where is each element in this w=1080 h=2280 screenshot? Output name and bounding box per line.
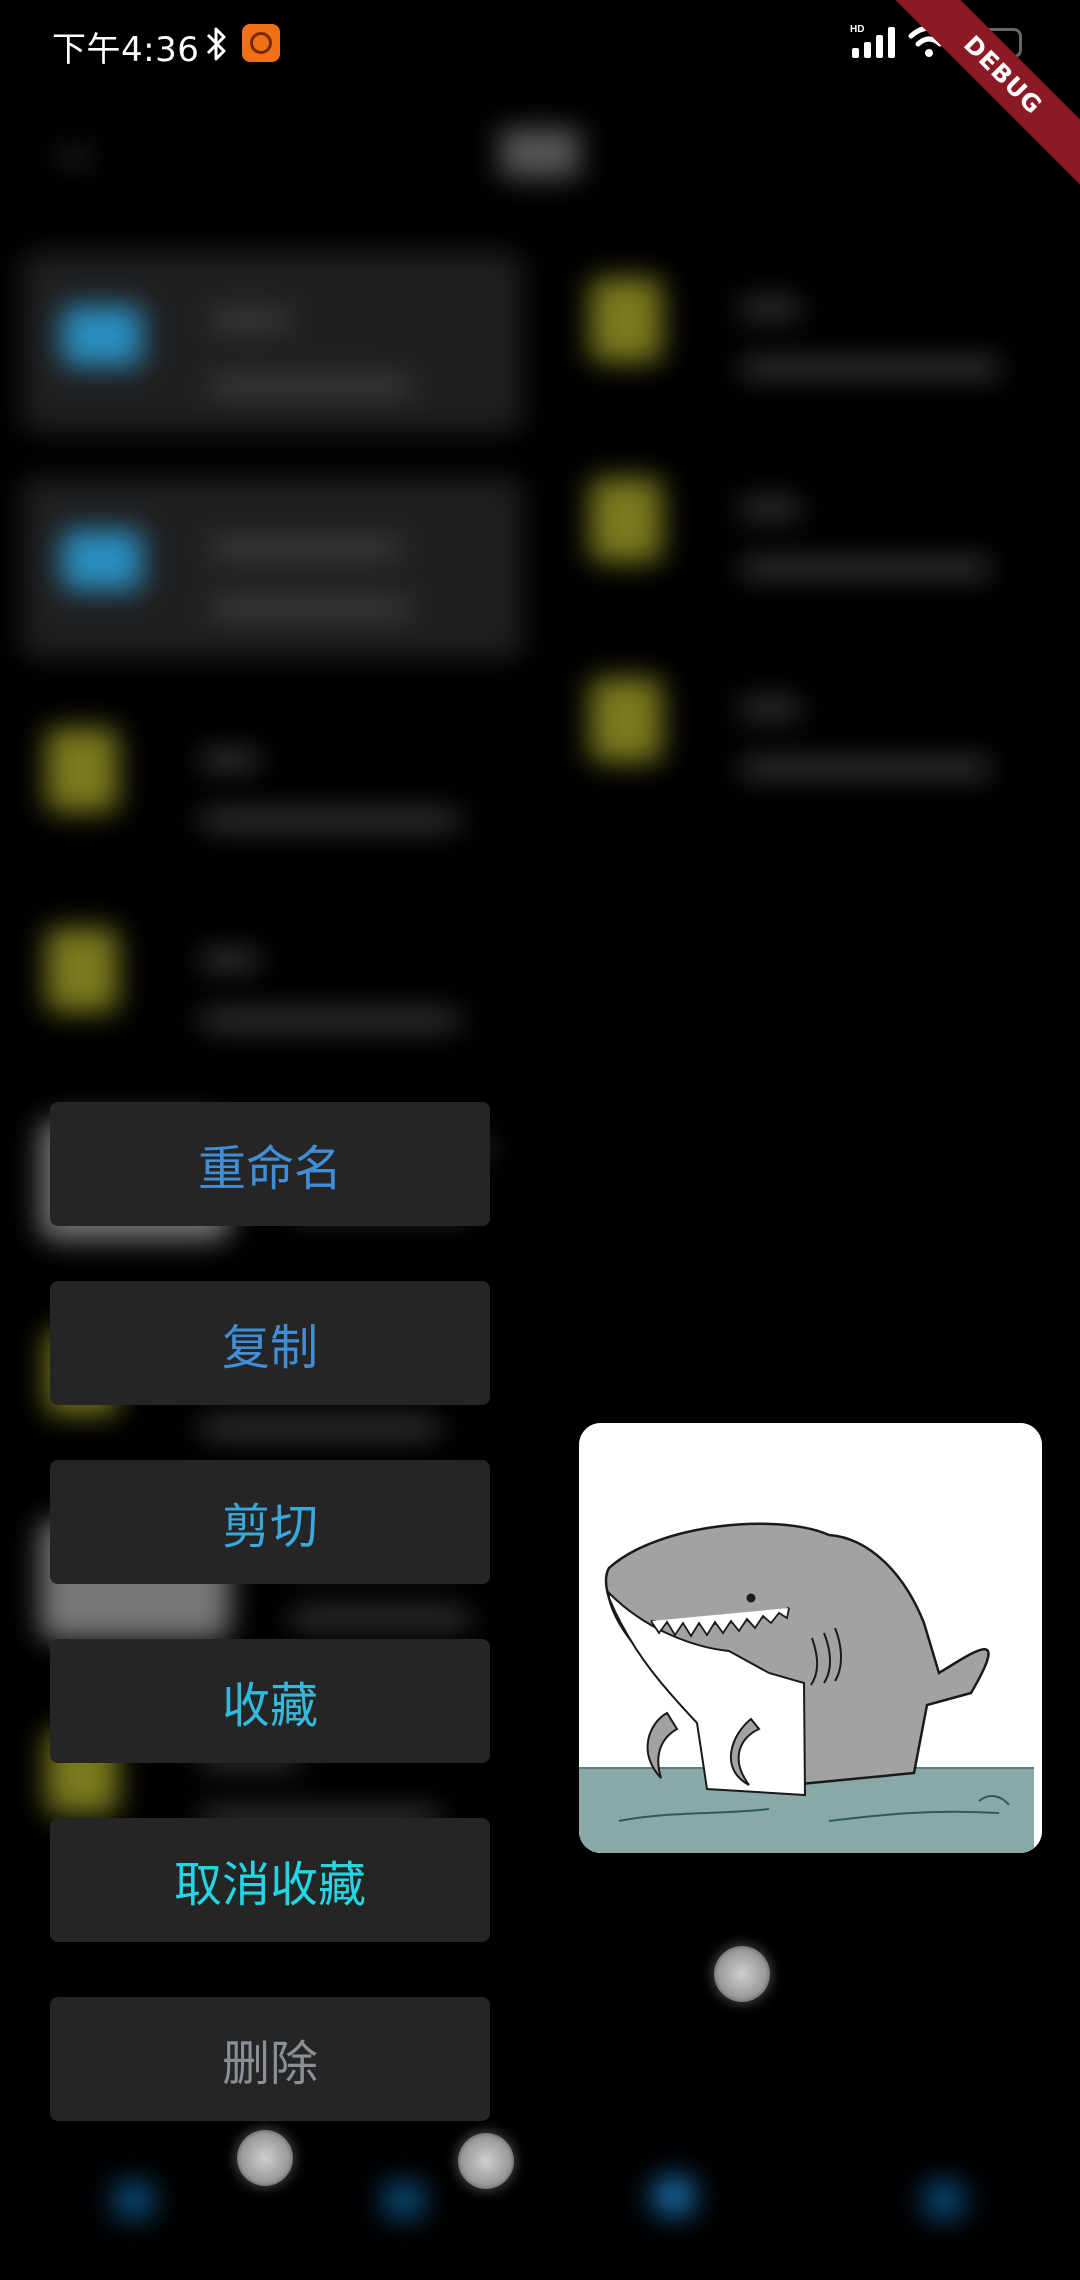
text-line [740,360,1000,376]
file-icon [590,278,662,362]
favorite-label: 收藏 [221,1678,318,1734]
file-icon [46,728,118,812]
back-arrow-icon [60,140,100,176]
folder-icon [62,306,142,366]
nav-item-icon [922,2180,966,2220]
delete-label: 删除 [221,2036,318,2092]
touch-indicator [714,1946,770,2002]
text-line [740,500,800,516]
nav-item-icon [382,2180,426,2220]
file-icon [590,478,662,562]
clock: 下午4:36 [52,30,200,70]
text-line [740,760,990,776]
network-type-label: HD [850,24,864,35]
folder-icon [62,530,142,590]
text-line [210,378,410,394]
text-line [200,752,260,768]
nav-item-icon [112,2180,156,2220]
text-line [740,700,800,716]
bluetooth-icon [206,27,226,61]
copy-label: 复制 [221,1320,318,1376]
text-line [210,312,290,328]
app-badge-icon [242,24,280,62]
nav-item-icon [652,2176,696,2216]
text-line [210,600,410,616]
unfavorite-label: 取消收藏 [173,1857,366,1913]
cut-label: 剪切 [221,1499,318,1555]
text-line [740,300,800,316]
screen: 下午4:36 HD DEBUG 重命名 复制 剪切 收藏 取消收藏 删除 [0,0,1080,2280]
signal-icon: HD [850,24,895,58]
text-line [740,560,990,576]
text-line [200,1012,460,1028]
text-line [290,1610,470,1626]
copy-button[interactable]: 复制 [50,1281,490,1405]
page-title-blurred [500,128,580,178]
image-preview[interactable] [579,1423,1042,1853]
shark-illustration [579,1423,1042,1853]
cut-button[interactable]: 剪切 [50,1460,490,1584]
unfavorite-button[interactable]: 取消收藏 [50,1818,490,1942]
touch-indicator [237,2130,293,2186]
file-icon [46,928,118,1012]
text-line [200,812,460,828]
touch-indicator [458,2133,514,2189]
file-icon [590,678,662,762]
delete-button[interactable]: 删除 [50,1997,490,2121]
rename-label: 重命名 [197,1141,342,1197]
text-line [200,1420,440,1436]
text-line [200,952,260,968]
text-line [210,540,400,556]
favorite-button[interactable]: 收藏 [50,1639,490,1763]
rename-button[interactable]: 重命名 [50,1102,490,1226]
